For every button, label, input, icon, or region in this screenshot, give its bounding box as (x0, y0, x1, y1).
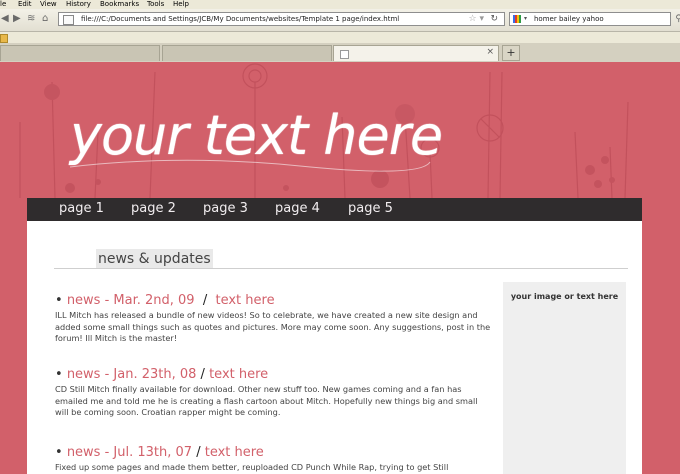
rss-icon[interactable]: ≋ (27, 13, 35, 25)
menu-view[interactable]: View (40, 0, 57, 9)
address-bar[interactable]: file:///C:/Documents and Settings/JCB/My… (58, 12, 505, 26)
menu-history[interactable]: History (66, 0, 91, 9)
news-body: ILL Mitch has released a bundle of new v… (55, 310, 491, 344)
news-separator: / (196, 445, 201, 460)
sidebar-box: your image or text here (503, 282, 626, 474)
page-favicon-icon (63, 15, 74, 25)
news-date-link[interactable]: news - Jul. 13th, 07 (67, 445, 192, 460)
google-engine-icon[interactable] (513, 15, 521, 23)
address-url: file:///C:/Documents and Settings/JCB/My… (81, 15, 400, 23)
search-magnifier-icon[interactable]: ⚲ (675, 13, 680, 25)
main-content: news & updates • news - Mar. 2nd, 09 / t… (27, 221, 642, 474)
tab-favicon-icon (340, 50, 349, 59)
divider (54, 268, 628, 269)
nav-page-5[interactable]: page 5 (348, 201, 393, 216)
nav-page-1[interactable]: page 1 (59, 201, 104, 216)
news-heading: • news - Mar. 2nd, 09 / text here (55, 293, 493, 309)
home-icon[interactable]: ⌂ (42, 13, 48, 25)
engine-dropdown-icon[interactable]: ▾ (524, 13, 527, 25)
tab-strip: × + (0, 43, 680, 63)
search-box[interactable]: ▾ homer bailey yahoo ⚲ (509, 12, 680, 26)
menu-bar: le Edit View History Bookmarks Tools Hel… (0, 0, 680, 9)
menu-file[interactable]: le (0, 0, 6, 9)
news-item: • news - Jan. 23th, 08 / text here CD St… (55, 367, 493, 419)
menu-tools[interactable]: Tools (147, 0, 164, 9)
bullet: • (55, 293, 67, 308)
nav-page-2[interactable]: page 2 (131, 201, 176, 216)
nav-page-4[interactable]: page 4 (275, 201, 320, 216)
tab-2[interactable] (162, 45, 332, 61)
bookmarks-toolbar (0, 32, 680, 43)
site-header: your text here (0, 62, 680, 198)
forward-arrow-icon[interactable]: ▶ (13, 13, 21, 25)
news-body: CD Still Mitch finally available for dow… (55, 384, 478, 418)
news-date-link[interactable]: news - Jan. 23th, 08 (67, 367, 197, 382)
news-body: Fixed up some pages and made them better… (55, 462, 449, 472)
new-tab-button[interactable]: + (502, 45, 520, 61)
news-item: • news - Jul. 13th, 07 / text here Fixed… (55, 445, 493, 474)
tab-close-icon[interactable]: × (486, 47, 494, 57)
back-arrow-icon[interactable]: ◀ (1, 13, 9, 25)
news-text-link[interactable]: text here (216, 293, 275, 308)
nav-page-3[interactable]: page 3 (203, 201, 248, 216)
menu-help[interactable]: Help (173, 0, 189, 9)
site-title: your text here (70, 104, 443, 167)
site-nav: page 1 page 2 page 3 page 4 page 5 (27, 198, 642, 221)
news-date-link[interactable]: news - Mar. 2nd, 09 (67, 293, 195, 308)
bullet: • (55, 367, 67, 382)
sidebar-placeholder-text: your image or text here (510, 292, 619, 301)
news-separator: / (200, 367, 205, 382)
menu-edit[interactable]: Edit (18, 0, 32, 9)
news-item: • news - Mar. 2nd, 09 / text here ILL Mi… (55, 293, 493, 345)
tab-1[interactable] (0, 45, 160, 61)
tab-active[interactable]: × (333, 45, 499, 61)
news-heading: • news - Jan. 23th, 08 / text here (55, 367, 493, 383)
news-separator: / (202, 293, 208, 308)
news-text-link[interactable]: text here (209, 367, 268, 382)
bookmark-folder-icon[interactable] (0, 34, 8, 43)
section-title: news & updates (96, 249, 213, 269)
reload-icon[interactable]: ↻ (490, 13, 498, 25)
menu-bookmarks[interactable]: Bookmarks (100, 0, 139, 9)
search-query: homer bailey yahoo (534, 15, 604, 23)
bullet: • (55, 445, 67, 460)
bookmark-star-icon[interactable]: ☆ ▾ (469, 13, 484, 25)
navigation-toolbar: ◀ ▶ ≋ ⌂ file:///C:/Documents and Setting… (0, 9, 680, 32)
news-heading: • news - Jul. 13th, 07 / text here (55, 445, 493, 461)
news-text-link[interactable]: text here (205, 445, 264, 460)
